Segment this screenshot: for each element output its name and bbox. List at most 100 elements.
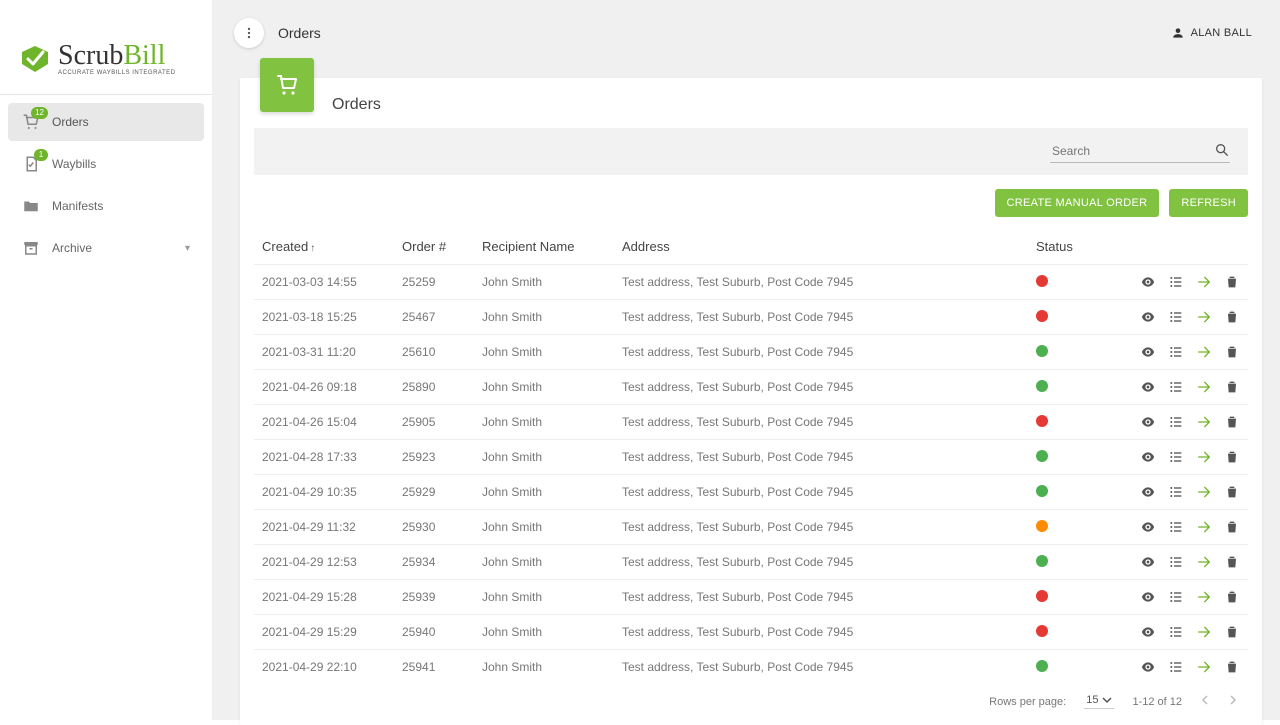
list-icon[interactable] (1168, 414, 1184, 430)
search-icon[interactable] (1214, 142, 1230, 161)
send-icon[interactable] (1196, 659, 1212, 675)
col-recipient[interactable]: Recipient Name (474, 229, 614, 265)
view-icon[interactable] (1140, 519, 1156, 535)
cell-created: 2021-04-29 22:10 (254, 650, 394, 685)
send-icon[interactable] (1196, 589, 1212, 605)
table-row[interactable]: 2021-03-31 11:2025610John SmithTest addr… (254, 335, 1248, 370)
header: Orders ALAN BALL (212, 0, 1280, 48)
delete-icon[interactable] (1224, 659, 1240, 675)
send-icon[interactable] (1196, 484, 1212, 500)
more-button[interactable] (234, 18, 264, 48)
sidebar-item-archive[interactable]: Archive▾ (8, 229, 204, 267)
col-address[interactable]: Address (614, 229, 1028, 265)
nav-badge: 1 (34, 149, 48, 161)
delete-icon[interactable] (1224, 624, 1240, 640)
table-row[interactable]: 2021-04-29 12:5325934John SmithTest addr… (254, 545, 1248, 580)
cell-recipient: John Smith (474, 405, 614, 440)
delete-icon[interactable] (1224, 449, 1240, 465)
refresh-button[interactable]: REFRESH (1169, 189, 1248, 217)
view-icon[interactable] (1140, 484, 1156, 500)
rows-per-page-value: 15 (1086, 694, 1098, 706)
list-icon[interactable] (1168, 379, 1184, 395)
search-input[interactable] (1050, 140, 1230, 163)
row-actions (1106, 274, 1240, 290)
cell-address: Test address, Test Suburb, Post Code 794… (614, 510, 1028, 545)
search-field[interactable] (1050, 140, 1230, 163)
view-icon[interactable] (1140, 659, 1156, 675)
table-row[interactable]: 2021-04-29 22:1025941John SmithTest addr… (254, 650, 1248, 685)
cell-address: Test address, Test Suburb, Post Code 794… (614, 405, 1028, 440)
send-icon[interactable] (1196, 519, 1212, 535)
cell-recipient: John Smith (474, 440, 614, 475)
user-icon (1171, 26, 1185, 40)
cell-address: Test address, Test Suburb, Post Code 794… (614, 545, 1028, 580)
list-icon[interactable] (1168, 659, 1184, 675)
delete-icon[interactable] (1224, 344, 1240, 360)
sidebar-item-waybills[interactable]: 1 Waybills (8, 145, 204, 183)
list-icon[interactable] (1168, 554, 1184, 570)
delete-icon[interactable] (1224, 309, 1240, 325)
send-icon[interactable] (1196, 449, 1212, 465)
cell-status (1028, 545, 1098, 580)
view-icon[interactable] (1140, 449, 1156, 465)
cell-order: 25905 (394, 405, 474, 440)
col-order[interactable]: Order # (394, 229, 474, 265)
table-row[interactable]: 2021-04-26 09:1825890John SmithTest addr… (254, 370, 1248, 405)
table-row[interactable]: 2021-03-18 15:2525467John SmithTest addr… (254, 300, 1248, 335)
sidebar-item-manifests[interactable]: Manifests (8, 187, 204, 225)
table-row[interactable]: 2021-04-29 11:3225930John SmithTest addr… (254, 510, 1248, 545)
list-icon[interactable] (1168, 589, 1184, 605)
table-row[interactable]: 2021-04-26 15:0425905John SmithTest addr… (254, 405, 1248, 440)
status-dot (1036, 555, 1048, 567)
view-icon[interactable] (1140, 344, 1156, 360)
list-icon[interactable] (1168, 449, 1184, 465)
table-row[interactable]: 2021-04-28 17:3325923John SmithTest addr… (254, 440, 1248, 475)
view-icon[interactable] (1140, 589, 1156, 605)
view-icon[interactable] (1140, 274, 1156, 290)
list-icon[interactable] (1168, 624, 1184, 640)
list-icon[interactable] (1168, 519, 1184, 535)
rows-per-page-select[interactable]: 15 (1084, 694, 1114, 709)
row-actions (1106, 519, 1240, 535)
cell-status (1028, 300, 1098, 335)
delete-icon[interactable] (1224, 484, 1240, 500)
send-icon[interactable] (1196, 414, 1212, 430)
delete-icon[interactable] (1224, 414, 1240, 430)
list-icon[interactable] (1168, 309, 1184, 325)
col-status[interactable]: Status (1028, 229, 1098, 265)
table-row[interactable]: 2021-03-03 14:5525259John SmithTest addr… (254, 265, 1248, 300)
cell-created: 2021-03-03 14:55 (254, 265, 394, 300)
delete-icon[interactable] (1224, 589, 1240, 605)
view-icon[interactable] (1140, 414, 1156, 430)
view-icon[interactable] (1140, 309, 1156, 325)
delete-icon[interactable] (1224, 274, 1240, 290)
view-icon[interactable] (1140, 554, 1156, 570)
view-icon[interactable] (1140, 379, 1156, 395)
delete-icon[interactable] (1224, 519, 1240, 535)
create-manual-order-button[interactable]: CREATE MANUAL ORDER (995, 189, 1160, 217)
send-icon[interactable] (1196, 379, 1212, 395)
table-row[interactable]: 2021-04-29 15:2925940John SmithTest addr… (254, 615, 1248, 650)
col-created[interactable]: Created↑ (254, 229, 394, 265)
send-icon[interactable] (1196, 344, 1212, 360)
pagination-next[interactable] (1228, 695, 1238, 708)
sidebar-item-label: Waybills (52, 157, 96, 171)
send-icon[interactable] (1196, 309, 1212, 325)
pagination-range: 1-12 of 12 (1132, 696, 1182, 708)
list-icon[interactable] (1168, 344, 1184, 360)
delete-icon[interactable] (1224, 379, 1240, 395)
sidebar-item-orders[interactable]: 12Orders (8, 103, 204, 141)
cell-order: 25890 (394, 370, 474, 405)
delete-icon[interactable] (1224, 554, 1240, 570)
send-icon[interactable] (1196, 554, 1212, 570)
sidebar-item-label: Archive (52, 241, 92, 255)
view-icon[interactable] (1140, 624, 1156, 640)
table-row[interactable]: 2021-04-29 15:2825939John SmithTest addr… (254, 580, 1248, 615)
send-icon[interactable] (1196, 274, 1212, 290)
table-row[interactable]: 2021-04-29 10:3525929John SmithTest addr… (254, 475, 1248, 510)
list-icon[interactable] (1168, 484, 1184, 500)
user-chip[interactable]: ALAN BALL (1171, 26, 1252, 40)
pagination-prev[interactable] (1200, 695, 1210, 708)
list-icon[interactable] (1168, 274, 1184, 290)
send-icon[interactable] (1196, 624, 1212, 640)
